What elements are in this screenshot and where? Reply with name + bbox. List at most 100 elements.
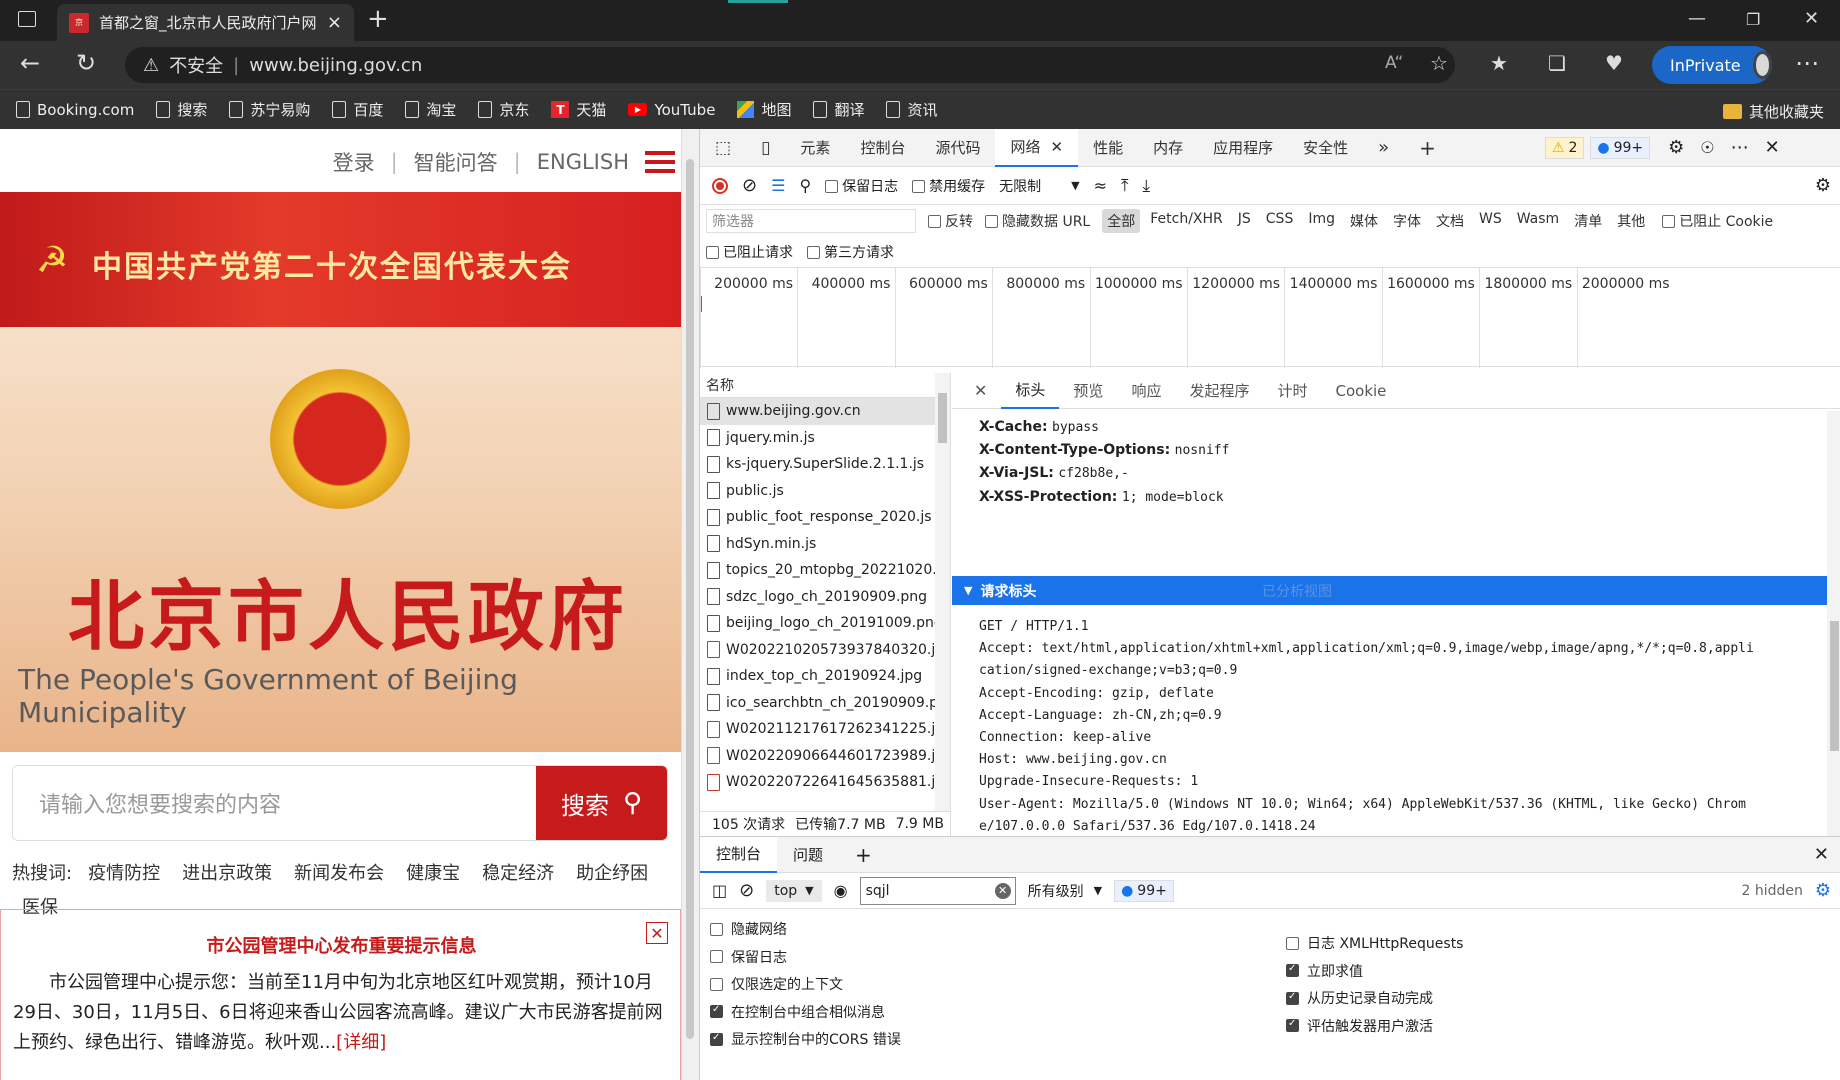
page-scrollbar[interactable] bbox=[681, 129, 699, 1080]
detail-scroll-thumb[interactable] bbox=[1830, 621, 1839, 751]
request-row[interactable]: topics_20_mtopbg_20221020. bbox=[700, 557, 950, 584]
english-link[interactable]: ENGLISH bbox=[537, 150, 629, 174]
blocked-requests-checkbox[interactable]: 已阻止请求 bbox=[706, 242, 793, 262]
console-option-checkbox[interactable]: 隐藏网络 bbox=[710, 919, 787, 939]
restore-icon[interactable]: ❐ bbox=[1746, 10, 1760, 29]
request-row[interactable]: sdzc_logo_ch_20190909.png bbox=[700, 584, 950, 611]
context-select[interactable]: top ▼ bbox=[766, 879, 822, 902]
warning-icon[interactable]: ⚠ bbox=[143, 55, 159, 76]
hot-word[interactable]: 新闻发布会 bbox=[294, 863, 384, 884]
bookmark-item[interactable]: 搜索 bbox=[156, 99, 207, 120]
bookmark-item[interactable]: 苏宁易购 bbox=[229, 99, 310, 120]
type-filter[interactable]: CSS bbox=[1261, 209, 1299, 233]
console-settings-icon[interactable]: ⚙ bbox=[1815, 880, 1831, 901]
request-row[interactable]: ks-jquery.SuperSlide.2.1.1.js bbox=[700, 451, 950, 478]
close-window-icon[interactable]: ✕ bbox=[1804, 8, 1819, 29]
hot-word[interactable]: 进出京政策 bbox=[182, 863, 272, 884]
favorites-icon[interactable]: ★ bbox=[1490, 51, 1508, 75]
live-expression-icon[interactable]: ◉ bbox=[834, 881, 848, 900]
hot-word[interactable]: 稳定经济 bbox=[482, 863, 554, 884]
hot-word[interactable]: 疫情防控 bbox=[88, 863, 160, 884]
search-input[interactable]: 请输入您想要搜索的内容 bbox=[13, 766, 538, 840]
bookmark-item[interactable]: 资讯 bbox=[886, 99, 937, 120]
add-favorite-icon[interactable]: ☆ bbox=[1430, 51, 1448, 75]
request-row[interactable]: jquery.min.js bbox=[700, 425, 950, 452]
messages-badge[interactable]: ● 99+ bbox=[1590, 136, 1651, 159]
tab-actions-icon[interactable] bbox=[18, 11, 36, 27]
tab-memory[interactable]: 内存 bbox=[1138, 129, 1198, 167]
drawer-tab-console[interactable]: 控制台 bbox=[700, 836, 778, 873]
browser-tab[interactable]: 京 首都之窗_北京市人民政府门户网 × bbox=[57, 4, 354, 41]
type-filter[interactable]: 字体 bbox=[1388, 209, 1426, 233]
security-label[interactable]: 不安全 bbox=[169, 52, 223, 78]
add-tab-icon[interactable]: + bbox=[1404, 129, 1451, 167]
clear-filter-icon[interactable]: ✕ bbox=[994, 882, 1011, 899]
bookmark-item[interactable]: T 天猫 bbox=[551, 99, 606, 120]
browser-essentials-icon[interactable]: ♥ bbox=[1605, 51, 1623, 75]
network-settings-icon[interactable]: ⚙ bbox=[1815, 175, 1831, 196]
clear-console-icon[interactable]: ⊘ bbox=[739, 880, 754, 901]
console-option-checkbox[interactable]: 仅限选定的上下文 bbox=[710, 974, 843, 994]
console-option-checkbox[interactable]: 日志 XMLHttpRequests bbox=[1286, 933, 1463, 953]
login-link[interactable]: 登录 bbox=[333, 147, 375, 177]
sidebar-toggle-icon[interactable]: ◫ bbox=[712, 881, 727, 900]
more-tabs-icon[interactable]: » bbox=[1363, 129, 1404, 167]
more-icon[interactable]: ⋯ bbox=[1795, 49, 1819, 77]
console-option-checkbox[interactable]: ✓ 立即求值 bbox=[1286, 961, 1363, 981]
request-row[interactable]: public.js bbox=[700, 478, 950, 505]
notice-detail-link[interactable]: [详细] bbox=[336, 1032, 386, 1053]
hide-data-url-checkbox[interactable]: 隐藏数据 URL bbox=[985, 211, 1090, 231]
tab-security[interactable]: 安全性 bbox=[1288, 129, 1363, 167]
close-devtools-icon[interactable]: ✕ bbox=[1765, 137, 1780, 158]
bookmark-item[interactable]: 地图 bbox=[737, 99, 791, 120]
search-icon[interactable]: ⚲ bbox=[799, 176, 811, 195]
back-icon[interactable]: ← bbox=[20, 49, 40, 77]
search-button[interactable]: 搜索 ⚲ bbox=[536, 766, 667, 840]
request-scroll-thumb[interactable] bbox=[938, 393, 947, 443]
request-row[interactable]: index_top_ch_20190924.jpg bbox=[700, 663, 950, 690]
request-row[interactable]: W020221020573937840320.jp bbox=[700, 637, 950, 664]
network-timeline[interactable]: 200000 ms 400000 ms 600000 ms 800000 ms 1000… bbox=[700, 267, 1840, 368]
console-option-checkbox[interactable]: ✓ 在控制台中组合相似消息 bbox=[710, 1002, 885, 1022]
tab-sources[interactable]: 源代码 bbox=[920, 129, 995, 167]
collections-icon[interactable]: ❏ bbox=[1548, 51, 1566, 75]
warnings-badge[interactable]: ⚠ 2 bbox=[1544, 136, 1585, 159]
tab-response[interactable]: 响应 bbox=[1117, 373, 1175, 409]
type-filter[interactable]: Fetch/XHR bbox=[1145, 209, 1228, 233]
bookmark-item[interactable]: 翻译 bbox=[813, 99, 864, 120]
menu-icon[interactable] bbox=[645, 151, 675, 173]
type-filter[interactable]: WS bbox=[1474, 209, 1507, 233]
tab-network[interactable]: 网络 ✕ bbox=[995, 128, 1079, 167]
close-tab-icon[interactable]: ✕ bbox=[1050, 138, 1063, 156]
page-scroll-thumb[interactable] bbox=[686, 159, 694, 1039]
feedback-icon[interactable]: ☉ bbox=[1700, 138, 1714, 157]
console-filter-input[interactable]: sqjl ✕ bbox=[859, 876, 1016, 905]
export-har-icon[interactable]: ⤓ bbox=[1143, 176, 1151, 196]
type-filter[interactable]: 其他 bbox=[1612, 209, 1650, 233]
throttle-select[interactable]: 无限制 ▼ bbox=[999, 176, 1079, 196]
bookmark-item[interactable]: 京东 bbox=[478, 99, 529, 120]
log-levels-select[interactable]: 所有级别 ▼ bbox=[1028, 881, 1102, 901]
other-bookmarks[interactable]: 其他收藏夹 bbox=[1723, 101, 1824, 122]
network-conditions-icon[interactable]: ≈ bbox=[1094, 176, 1107, 195]
hot-word[interactable]: 助企纾困 bbox=[576, 863, 648, 884]
tab-preview[interactable]: 预览 bbox=[1059, 373, 1117, 409]
bookmark-item[interactable]: ▶ YouTube bbox=[628, 101, 715, 119]
third-party-checkbox[interactable]: 第三方请求 bbox=[807, 242, 894, 262]
hot-word[interactable]: 健康宝 bbox=[406, 863, 460, 884]
detail-scrollbar[interactable] bbox=[1827, 411, 1840, 836]
request-row[interactable]: beijing_logo_ch_20191009.png bbox=[700, 610, 950, 637]
smart-qa-link[interactable]: 智能问答 bbox=[414, 147, 498, 177]
inspect-icon[interactable]: ⬚ bbox=[700, 129, 746, 167]
bookmark-item[interactable]: 百度 bbox=[332, 99, 383, 120]
import-har-icon[interactable]: ⤒ bbox=[1121, 176, 1129, 196]
type-filter[interactable]: Wasm bbox=[1512, 209, 1564, 233]
console-option-checkbox[interactable]: ✓ 评估触发器用户激活 bbox=[1286, 1016, 1433, 1036]
tab-timing[interactable]: 计时 bbox=[1263, 373, 1321, 409]
device-toggle-icon[interactable]: ▯ bbox=[746, 129, 785, 167]
tab-initiator[interactable]: 发起程序 bbox=[1175, 373, 1263, 409]
more-options-icon[interactable]: ⋯ bbox=[1731, 137, 1749, 158]
console-option-checkbox[interactable]: ✓ 从历史记录自动完成 bbox=[1286, 988, 1433, 1008]
request-headers-section[interactable]: ▼ 请求标头 已分析视图 bbox=[952, 576, 1840, 605]
request-row[interactable]: public_foot_response_2020.js bbox=[700, 504, 950, 531]
